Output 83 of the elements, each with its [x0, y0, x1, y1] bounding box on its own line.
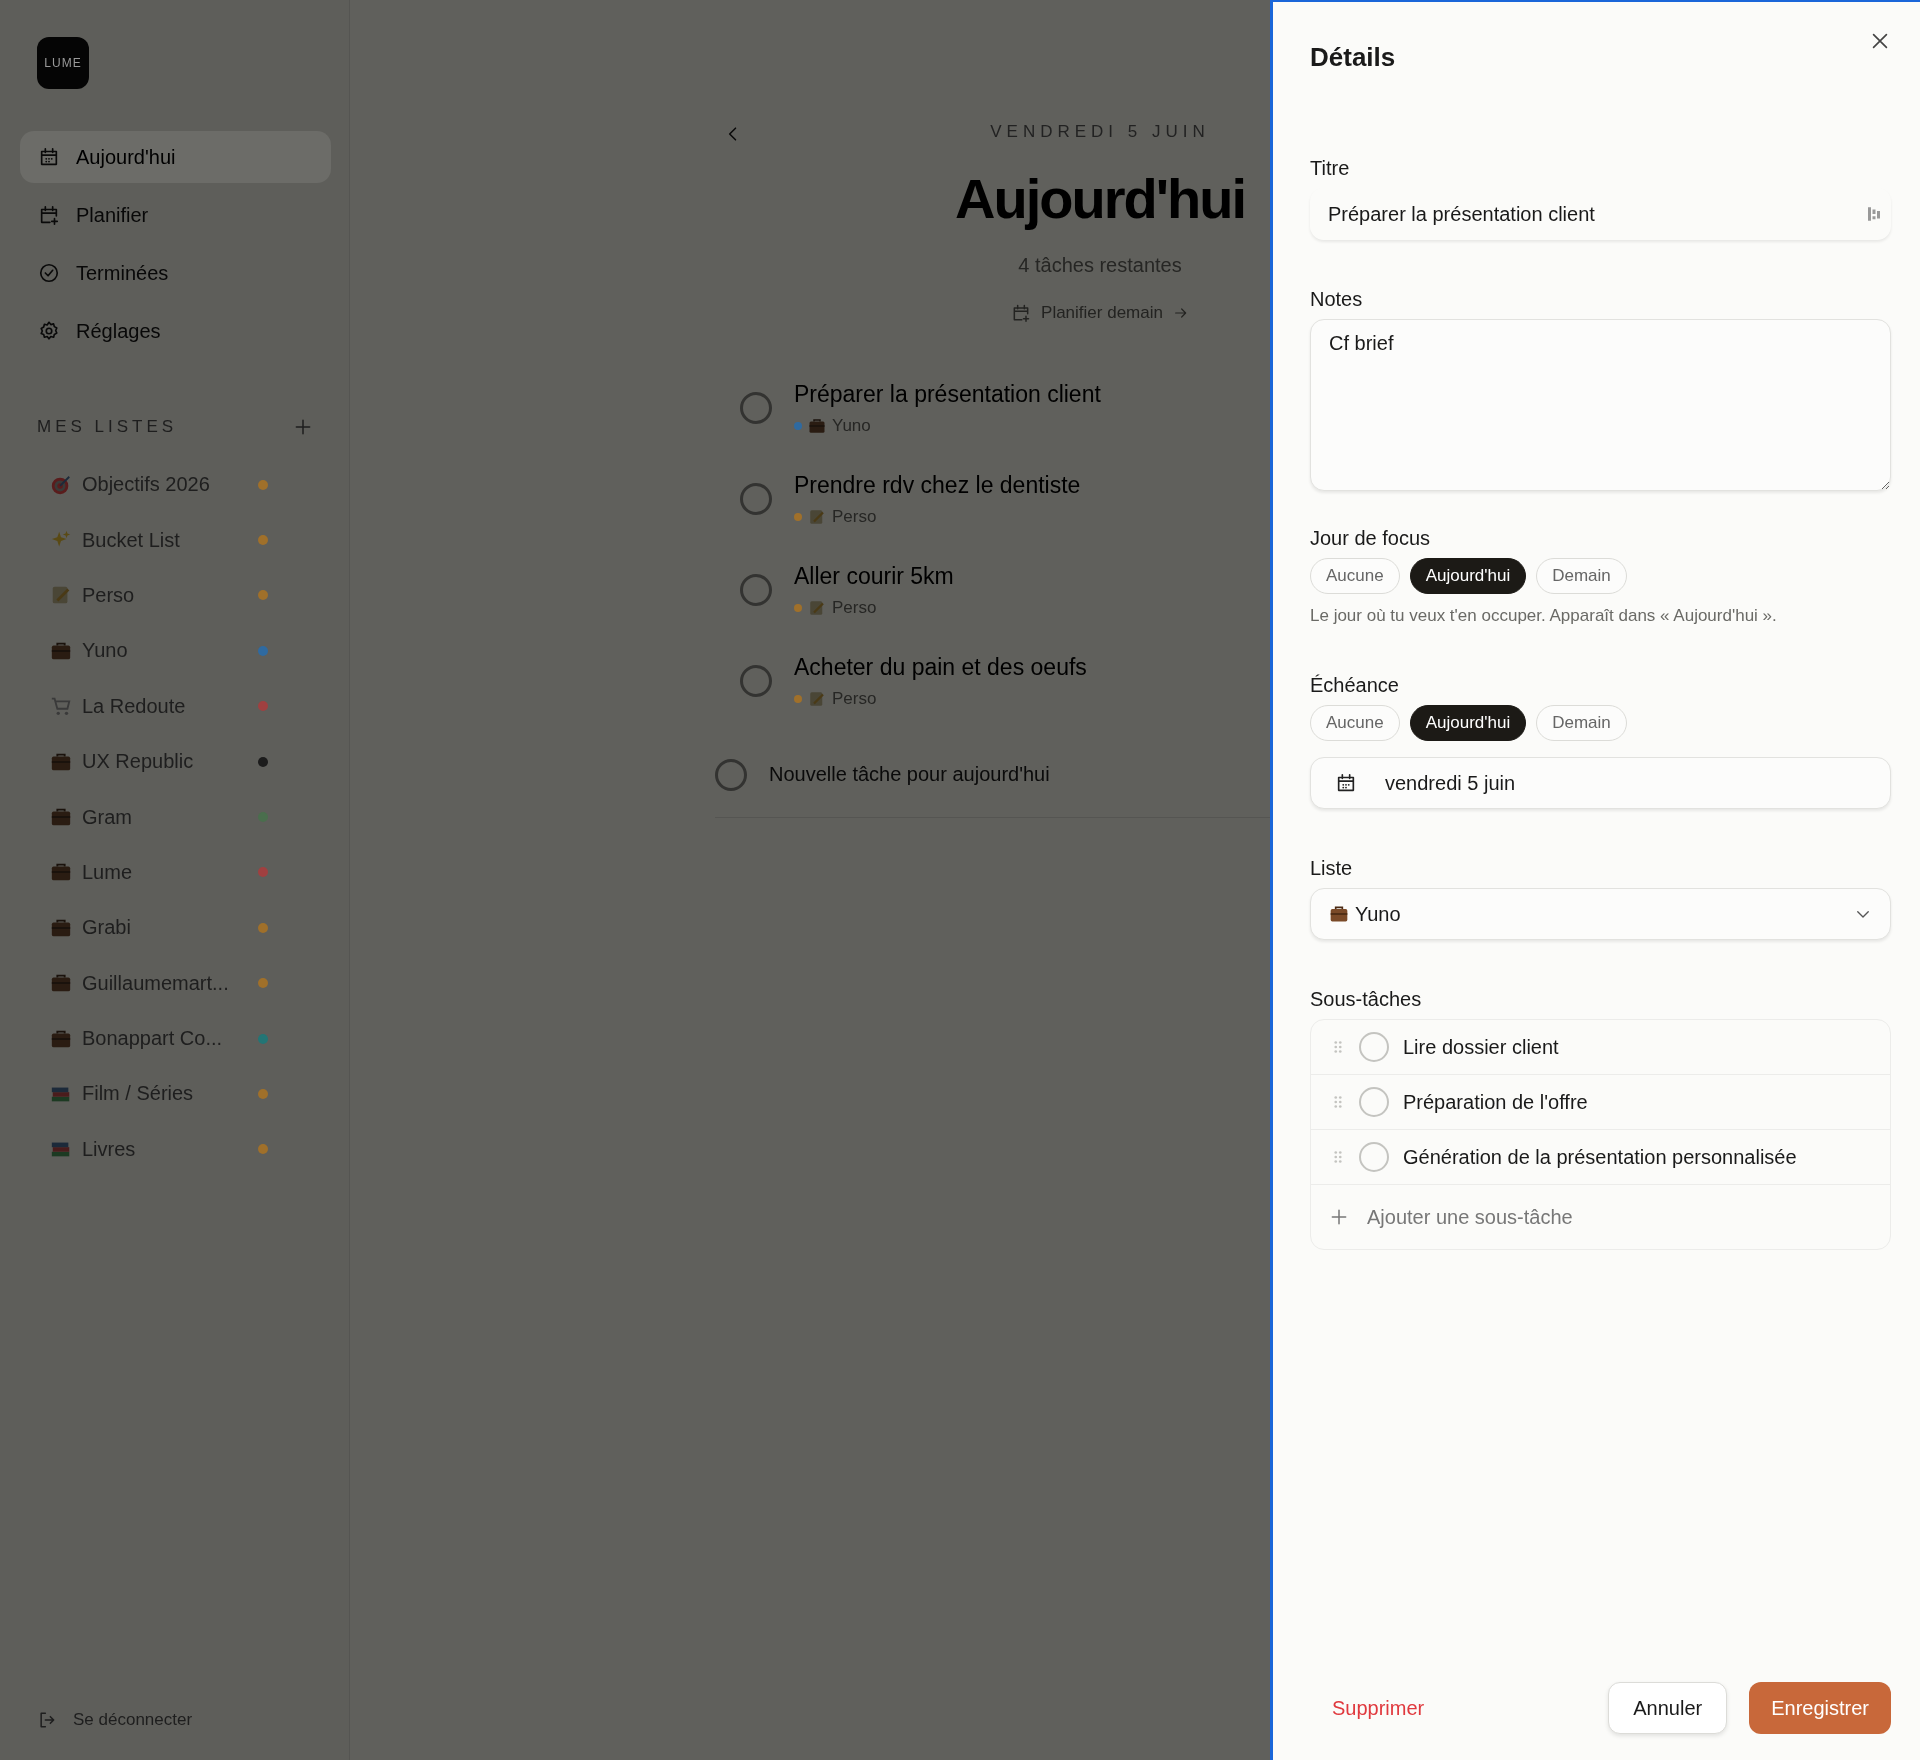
section-heading: MES LISTES — [37, 417, 178, 437]
panel-title: Détails — [1310, 42, 1396, 73]
task-list-name: Yuno — [832, 415, 871, 436]
list-item[interactable]: Livres — [20, 1121, 331, 1178]
empty-circle-icon — [715, 758, 747, 791]
field-label: Titre — [1310, 157, 1351, 180]
task-count: 4 tâches restantes — [1018, 253, 1182, 277]
option-chip[interactable]: Aujourd'hui — [1409, 705, 1527, 741]
subtask-title: Génération de la présentation personnalisée — [1403, 1145, 1797, 1169]
task-checkbox[interactable] — [740, 483, 772, 516]
list-item[interactable]: Grabi — [20, 900, 331, 956]
subtask-checkbox[interactable] — [1359, 1142, 1389, 1172]
bars-icon — [1865, 205, 1883, 223]
target-icon — [50, 473, 72, 496]
notepad-icon — [808, 598, 826, 617]
nav-item[interactable]: Planifier — [20, 189, 331, 241]
task-checkbox[interactable] — [740, 574, 772, 607]
subtask-title: Préparation de l'offre — [1403, 1090, 1588, 1114]
logout-icon — [37, 1710, 57, 1730]
list-item[interactable]: Bucket List — [20, 512, 331, 568]
list-item[interactable]: Lume — [20, 844, 331, 901]
list-item[interactable]: La Redoute — [20, 678, 331, 734]
check-circle-icon — [38, 262, 60, 284]
subtask-checkbox[interactable] — [1359, 1087, 1389, 1117]
task-title[interactable]: Aller courir 5km — [794, 562, 954, 590]
hint-text: Le jour où tu veux t'en occuper. Apparaît dans « Aujourd'hui ». — [1310, 606, 1778, 626]
calendar-icon — [1335, 772, 1357, 794]
task-list-name: Perso — [832, 688, 877, 709]
new-task-field[interactable]: Nouvelle tâche pour aujourd'hui — [769, 761, 1169, 789]
subtask-checkbox[interactable] — [1359, 1032, 1389, 1062]
notepad-icon — [808, 689, 826, 708]
add-subtask-button[interactable]: Ajouter une sous-tâche — [1311, 1185, 1890, 1249]
task-list-name: Perso — [832, 597, 877, 618]
settings-icon — [38, 320, 60, 342]
list-item[interactable]: UX Republic — [20, 733, 331, 790]
list-select[interactable]: Yuno — [1310, 888, 1891, 940]
task-list-name: Perso — [832, 506, 877, 527]
list-item[interactable]: Perso — [20, 567, 331, 624]
option-chip[interactable]: Demain — [1536, 705, 1627, 741]
app-logo[interactable]: LUME — [37, 37, 89, 89]
task-title[interactable]: Acheter du pain et des oeufs — [794, 653, 1087, 681]
plan-tomorrow-link[interactable]: Planifier demain — [1011, 302, 1189, 323]
date-field[interactable]: vendredi 5 juin — [1310, 757, 1891, 809]
list-item[interactable]: Gram — [20, 789, 331, 845]
title-field[interactable]: Préparer la présentation client — [1310, 188, 1891, 240]
logout-link[interactable]: Se déconnecter — [20, 1710, 193, 1730]
save-button[interactable]: Enregistrer — [1749, 1682, 1891, 1734]
task-checkbox[interactable] — [740, 392, 772, 425]
field-label: Échéance — [1310, 674, 1400, 697]
nav-item[interactable]: Terminées — [20, 247, 331, 299]
nav-item[interactable]: Réglages — [20, 305, 331, 357]
field-label: Sous-tâches — [1310, 988, 1423, 1011]
briefcase-icon — [808, 416, 826, 435]
nav-item[interactable]: Aujourd'hui — [20, 131, 331, 183]
field-label: Notes — [1310, 288, 1364, 311]
list-item[interactable]: Guillaumemart... — [20, 955, 331, 1011]
cancel-button[interactable]: Annuler — [1608, 1682, 1728, 1734]
date-label: VENDREDI 5 JUIN — [990, 122, 1210, 142]
option-chip[interactable]: Aucune — [1310, 558, 1400, 594]
option-chip[interactable]: Aucune — [1310, 705, 1400, 741]
delete-button[interactable]: Supprimer — [1310, 1682, 1447, 1734]
list-item[interactable]: Film / Séries — [20, 1066, 331, 1122]
plus-icon[interactable] — [293, 417, 313, 437]
list-item[interactable]: Yuno — [20, 623, 331, 679]
calendar-icon — [38, 146, 60, 168]
notes-field[interactable]: Cf brief — [1310, 319, 1891, 491]
option-chip[interactable]: Aujourd'hui — [1409, 558, 1527, 594]
option-chip[interactable]: Demain — [1536, 558, 1627, 594]
task-title[interactable]: Prendre rdv chez le dentiste — [794, 471, 1081, 499]
calendar-plus-icon — [38, 204, 60, 226]
briefcase-icon — [1329, 904, 1349, 924]
subtask-title: Lire dossier client — [1403, 1035, 1559, 1059]
task-title[interactable]: Préparer la présentation client — [794, 380, 1101, 408]
calendar-plus-icon — [1011, 302, 1032, 323]
page-title: Aujourd'hui — [955, 168, 1245, 230]
field-label: Jour de focus — [1310, 527, 1432, 550]
field-label: Liste — [1310, 857, 1354, 880]
task-checkbox[interactable] — [740, 665, 772, 698]
plus-icon — [1329, 1207, 1349, 1227]
list-item[interactable]: Bonappart Co... — [20, 1010, 331, 1067]
list-item[interactable]: Objectifs 2026 — [20, 457, 331, 513]
cart-icon — [50, 695, 72, 718]
notepad-icon — [808, 507, 826, 526]
